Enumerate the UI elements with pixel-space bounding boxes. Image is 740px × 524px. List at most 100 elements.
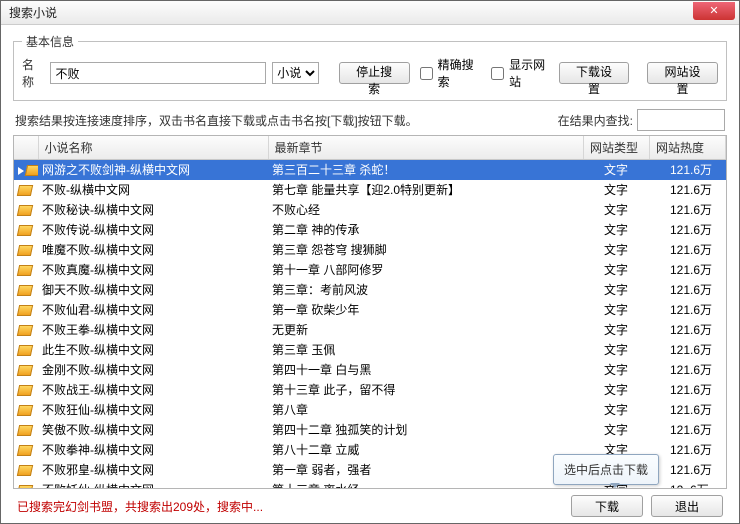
stop-search-button[interactable]: 停止搜索 bbox=[339, 62, 410, 84]
cell-chapter: 第一章 弱者，强者 bbox=[268, 460, 600, 480]
cell-heat: 121.6万 bbox=[666, 180, 726, 200]
cell-type: 文字 bbox=[600, 260, 666, 280]
sort-hint: 搜索结果按连接速度排序，双击书名直接下载或点击书名按[下载]按钮下载。 bbox=[15, 112, 418, 129]
cell-chapter: 第四十二章 独孤笑的计划 bbox=[268, 420, 600, 440]
table-row[interactable]: 不败仙君-纵横中文网第一章 砍柴少年文字121.6万 bbox=[14, 300, 726, 320]
table-row[interactable]: 不败战王-纵横中文网第十三章 此子，留不得文字121.6万 bbox=[14, 380, 726, 400]
cell-type: 文字 bbox=[600, 220, 666, 240]
show-site-checkbox[interactable]: 显示网站 bbox=[487, 56, 552, 90]
col-type[interactable]: 网站类型 bbox=[584, 136, 650, 160]
cell-chapter: 第三章 怨苍穹 搜狮脚 bbox=[268, 240, 600, 260]
cell-chapter: 第二章 神的传承 bbox=[268, 220, 600, 240]
cell-name: 金刚不败-纵横中文网 bbox=[38, 360, 268, 380]
cell-chapter: 无更新 bbox=[268, 320, 600, 340]
table-row[interactable]: 不败传说-纵横中文网第二章 神的传承文字121.6万 bbox=[14, 220, 726, 240]
cell-chapter: 第八十二章 立威 bbox=[268, 440, 600, 460]
cell-heat: 121.6万 bbox=[666, 400, 726, 420]
table-row[interactable]: 御天不败-纵横中文网第三章：考前风波文字121.6万 bbox=[14, 280, 726, 300]
cell-name: 不败战王-纵横中文网 bbox=[38, 380, 268, 400]
exact-search-checkbox[interactable]: 精确搜索 bbox=[416, 56, 481, 90]
col-icon[interactable] bbox=[14, 136, 38, 160]
cell-heat: 121.6万 bbox=[666, 160, 726, 180]
table-row[interactable]: 不败狂仙-纵横中文网第八章文字121.6万 bbox=[14, 400, 726, 420]
cell-name: 不败传说-纵横中文网 bbox=[38, 220, 268, 240]
status-text: 已搜索完幻剑书盟，共搜索出209处，搜索中... bbox=[17, 498, 263, 515]
cell-name: 不败邪皇-纵横中文网 bbox=[38, 460, 268, 480]
cell-name: 不败狂仙-纵横中文网 bbox=[38, 400, 268, 420]
cell-type: 文字 bbox=[600, 340, 666, 360]
row-selected-icon bbox=[18, 167, 24, 175]
cell-name: 御天不败-纵横中文网 bbox=[38, 280, 268, 300]
table-row[interactable]: 此生不败-纵横中文网第三章 玉佩文字121.6万 bbox=[14, 340, 726, 360]
table-row[interactable]: 金刚不败-纵横中文网第四十一章 白与黑文字121.6万 bbox=[14, 360, 726, 380]
cell-chapter: 第三章 玉佩 bbox=[268, 340, 600, 360]
type-select[interactable]: 小说 bbox=[272, 62, 319, 84]
show-site-input[interactable] bbox=[491, 67, 504, 80]
book-icon bbox=[17, 445, 33, 456]
cell-chapter: 不败心经 bbox=[268, 200, 600, 220]
book-icon bbox=[17, 325, 33, 336]
cell-chapter: 第十三章 此子，留不得 bbox=[268, 380, 600, 400]
cell-chapter: 第一章 砍柴少年 bbox=[268, 300, 600, 320]
cell-chapter: 第三百二十三章 杀蛇！ bbox=[268, 160, 600, 180]
table-row[interactable]: 不败-纵横中文网第七章 能量共享【迎2.0特别更新】文字121.6万 bbox=[14, 180, 726, 200]
cell-heat: 121.6万 bbox=[666, 220, 726, 240]
book-icon bbox=[17, 405, 33, 416]
cell-heat: 121.6万 bbox=[666, 440, 726, 460]
col-heat[interactable]: 网站热度 bbox=[650, 136, 726, 160]
cell-type: 文字 bbox=[600, 420, 666, 440]
cell-heat: 121.6万 bbox=[666, 460, 726, 480]
cell-heat: 121.6万 bbox=[666, 360, 726, 380]
cell-name: 不败妖仙-纵横中文网 bbox=[38, 480, 268, 488]
titlebar: 搜索小说 ✕ bbox=[1, 1, 739, 25]
exit-button[interactable]: 退出 bbox=[651, 495, 723, 517]
cell-chapter: 第十一章 八部阿修罗 bbox=[268, 260, 600, 280]
basic-info-group: 基本信息 名称 小说 停止搜索 精确搜索 显示网站 下载设置 bbox=[13, 33, 727, 101]
cell-chapter: 第七章 能量共享【迎2.0特别更新】 bbox=[268, 180, 600, 200]
table-row[interactable]: 唯魔不败-纵横中文网第三章 怨苍穹 搜狮脚文字121.6万 bbox=[14, 240, 726, 260]
cell-chapter: 第八章 bbox=[268, 400, 600, 420]
cell-name: 网游之不败剑神-纵横中文网 bbox=[38, 160, 268, 180]
close-button[interactable]: ✕ bbox=[693, 2, 735, 20]
content: 基本信息 名称 小说 停止搜索 精确搜索 显示网站 下载设置 bbox=[1, 25, 739, 523]
col-name[interactable]: 小说名称 bbox=[38, 136, 268, 160]
download-button[interactable]: 下载 bbox=[571, 495, 643, 517]
cell-name: 不败真魔-纵横中文网 bbox=[38, 260, 268, 280]
book-icon bbox=[17, 465, 33, 476]
cell-name: 不败王拳-纵横中文网 bbox=[38, 320, 268, 340]
site-settings-button[interactable]: 网站设置 bbox=[647, 62, 718, 84]
book-icon bbox=[17, 205, 33, 216]
hint-row: 搜索结果按连接速度排序，双击书名直接下载或点击书名按[下载]按钮下载。 在结果内… bbox=[13, 109, 727, 135]
book-icon bbox=[17, 305, 33, 316]
cell-chapter: 第三章：考前风波 bbox=[268, 280, 600, 300]
cell-heat: 121.6万 bbox=[666, 320, 726, 340]
cell-type: 文字 bbox=[600, 200, 666, 220]
book-icon bbox=[17, 425, 33, 436]
col-chapter[interactable]: 最新章节 bbox=[268, 136, 584, 160]
cell-heat: 121.6万 bbox=[666, 200, 726, 220]
cell-type: 文字 bbox=[600, 240, 666, 260]
find-input[interactable] bbox=[637, 109, 725, 131]
table-row[interactable]: 网游之不败剑神-纵横中文网第三百二十三章 杀蛇！文字121.6万 bbox=[14, 160, 726, 180]
download-settings-button[interactable]: 下载设置 bbox=[559, 62, 630, 84]
book-icon bbox=[17, 225, 33, 236]
table-row[interactable]: 不败秘诀-纵横中文网不败心经文字121.6万 bbox=[14, 200, 726, 220]
cell-heat: 121.6万 bbox=[666, 300, 726, 320]
close-icon: ✕ bbox=[709, 4, 718, 17]
exact-search-input[interactable] bbox=[420, 67, 433, 80]
cell-name: 此生不败-纵横中文网 bbox=[38, 340, 268, 360]
cell-type: 文字 bbox=[600, 400, 666, 420]
cell-chapter: 第四十一章 白与黑 bbox=[268, 360, 600, 380]
cell-heat: 121.6万 bbox=[666, 380, 726, 400]
cell-heat: 12 .6万 bbox=[666, 480, 726, 488]
table-row[interactable]: 不败王拳-纵横中文网无更新文字121.6万 bbox=[14, 320, 726, 340]
book-icon bbox=[25, 165, 38, 176]
cell-name: 不败秘诀-纵横中文网 bbox=[38, 200, 268, 220]
results-body-scroll[interactable]: 网游之不败剑神-纵横中文网第三百二十三章 杀蛇！文字121.6万不败-纵横中文网… bbox=[14, 160, 726, 488]
cell-heat: 121.6万 bbox=[666, 260, 726, 280]
name-input[interactable] bbox=[50, 62, 266, 84]
table-row[interactable]: 笑傲不败-纵横中文网第四十二章 独孤笑的计划文字121.6万 bbox=[14, 420, 726, 440]
table-row[interactable]: 不败真魔-纵横中文网第十一章 八部阿修罗文字121.6万 bbox=[14, 260, 726, 280]
cell-heat: 121.6万 bbox=[666, 340, 726, 360]
cell-type: 文字 bbox=[600, 300, 666, 320]
